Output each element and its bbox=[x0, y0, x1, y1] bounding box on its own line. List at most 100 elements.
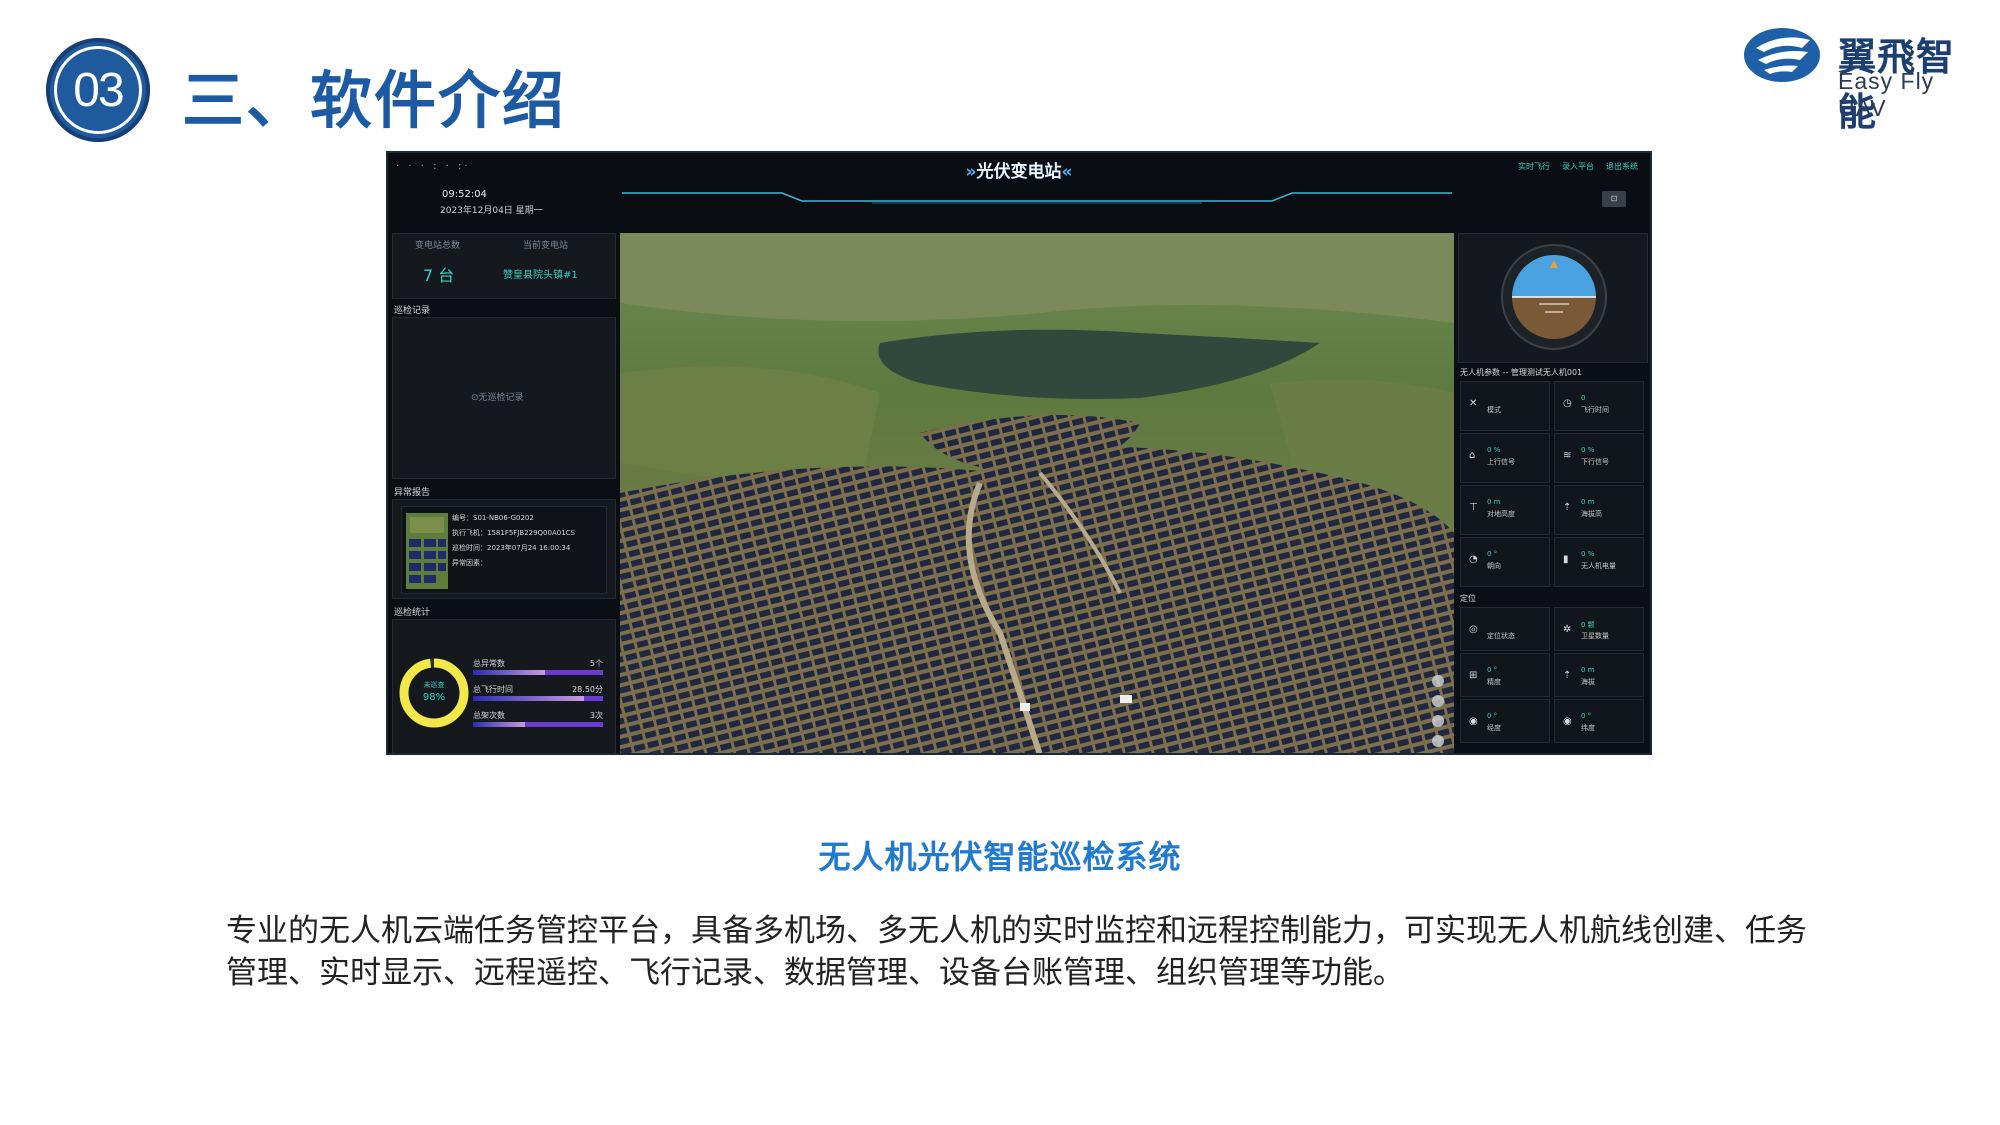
section-number-badge: 03 bbox=[46, 38, 150, 142]
nav-realtime-flight[interactable]: 实时飞行 bbox=[1518, 161, 1550, 172]
param-value: 0 bbox=[1581, 394, 1586, 402]
positioning-heading: 定位 bbox=[1460, 594, 1476, 603]
pos-name: 经度 bbox=[1487, 724, 1501, 732]
pos-latitude: ◉ 0 ° 纬度 bbox=[1554, 699, 1644, 743]
globe-icon: ◉ bbox=[1563, 716, 1572, 727]
pos-precision: ⊞ 0 ° 精度 bbox=[1460, 653, 1550, 697]
anomaly-drone: 执行飞机：1581F5FJB229Q00A01CS bbox=[452, 529, 575, 537]
brand-logo-icon bbox=[1744, 28, 1820, 82]
pos-elevation: ⇡ 0 m 海拔 bbox=[1554, 653, 1644, 697]
top-nav: 实时飞行 录入平台 退出系统 bbox=[1518, 161, 1638, 172]
param-heading: ◔ 0 ° 朝向 bbox=[1460, 537, 1550, 587]
stat-bar-fill bbox=[473, 696, 584, 701]
patrol-stats-heading: 巡检统计 bbox=[394, 608, 431, 618]
satellite-icon: ✲ bbox=[1563, 624, 1572, 635]
anomaly-panel: 编号：S01-NB06-G0202 执行飞机：1581F5FJB229Q00A0… bbox=[392, 499, 616, 599]
precision-icon: ⊞ bbox=[1469, 670, 1478, 681]
attitude-indicator-icon bbox=[1501, 244, 1607, 350]
nav-entry-platform[interactable]: 录入平台 bbox=[1562, 161, 1594, 172]
param-flight-time: ◷ 0 飞行时间 bbox=[1554, 381, 1644, 431]
stat-bar bbox=[473, 696, 603, 701]
param-name: 朝向 bbox=[1487, 562, 1501, 570]
stat-label: 总飞行时间 bbox=[473, 685, 513, 694]
patrol-stats-panel: 未巡查 98% 总异常数 5个 总飞行时间 28.50分 总架次数 3次 bbox=[392, 619, 616, 753]
param-height: ⊤ 0 m 对地高度 bbox=[1460, 485, 1550, 535]
stat-bar-fill bbox=[473, 722, 525, 727]
donut-value: 98% bbox=[422, 692, 446, 703]
date: 2023年12月04日 星期一 bbox=[440, 206, 543, 216]
stat-bar-fill bbox=[473, 670, 545, 675]
dashboard-header: · · · : · :· 09:52:04 2023年12月04日 星期一 »光… bbox=[388, 153, 1650, 233]
pos-name: 海拔 bbox=[1581, 678, 1595, 686]
param-mode: ✕ 模式 bbox=[1460, 381, 1550, 431]
patrol-records-empty: ⊙无巡检记录 bbox=[471, 393, 524, 403]
param-name: 上行信号 bbox=[1487, 458, 1515, 466]
pos-status: ◎ 定位状态 bbox=[1460, 607, 1550, 651]
system-caption: 无人机光伏智能巡检系统 bbox=[818, 838, 1182, 876]
anomaly-id: 编号：S01-NB06-G0202 bbox=[452, 514, 534, 522]
param-value: 0 % bbox=[1581, 446, 1595, 454]
pos-value: 0 ° bbox=[1487, 712, 1498, 720]
pos-name: 定位状态 bbox=[1487, 632, 1515, 640]
attitude-indicator-panel bbox=[1458, 233, 1648, 363]
clock: 09:52:04 bbox=[442, 189, 487, 200]
tools-icon: ✕ bbox=[1469, 398, 1478, 409]
pos-value: 0 ° bbox=[1487, 666, 1498, 674]
stat-value: 28.50分 bbox=[572, 685, 603, 694]
dashboard-title-text: 光伏变电站 bbox=[976, 162, 1062, 182]
anomaly-heading: 异常报告 bbox=[394, 488, 431, 498]
pos-name: 精度 bbox=[1487, 678, 1501, 686]
stat-bar bbox=[473, 722, 603, 727]
donut-label: 未巡查 bbox=[423, 681, 445, 689]
3d-terrain-map[interactable] bbox=[620, 233, 1454, 753]
param-name: 模式 bbox=[1487, 406, 1501, 414]
dashboard-title: »光伏变电站« bbox=[388, 157, 1650, 182]
pos-name: 纬度 bbox=[1581, 724, 1595, 732]
param-name: 海拔高 bbox=[1581, 510, 1602, 518]
terrain-image bbox=[620, 233, 1454, 753]
anomaly-thumbnail bbox=[406, 513, 448, 589]
title-arrows-left: » bbox=[965, 162, 977, 182]
param-value: 0 m bbox=[1487, 498, 1501, 506]
anomaly-card[interactable]: 编号：S01-NB06-G0202 执行飞机：1581F5FJB229Q00A0… bbox=[401, 506, 607, 594]
clock-icon: ◷ bbox=[1563, 398, 1572, 409]
anomaly-time: 巡检时间：2023年07月24 16:00:34 bbox=[452, 544, 571, 552]
uplink-icon: ⌂ bbox=[1469, 450, 1476, 461]
param-name: 下行信号 bbox=[1581, 458, 1609, 466]
stat-label: 总异常数 bbox=[473, 659, 505, 668]
header-divider bbox=[622, 192, 1452, 204]
station-current-value[interactable]: 赞皇县院头镇#1 bbox=[503, 266, 578, 281]
stat-bar bbox=[473, 670, 603, 675]
brand-name-en: Easy Fly UAV bbox=[1838, 68, 1935, 121]
section-number: 03 bbox=[54, 46, 142, 134]
pos-name: 卫星数量 bbox=[1581, 632, 1609, 640]
param-name: 飞行时间 bbox=[1581, 406, 1609, 414]
station-total-label: 变电站总数 bbox=[415, 241, 461, 251]
param-downlink: ≋ 0 % 下行信号 bbox=[1554, 433, 1644, 483]
drone-params-heading: 无人机参数 -- 管理测试无人机001 bbox=[1460, 368, 1583, 377]
wifi-icon: ≋ bbox=[1563, 450, 1572, 461]
pos-value: 0 ° bbox=[1581, 712, 1592, 720]
pos-longitude: ◉ 0 ° 经度 bbox=[1460, 699, 1550, 743]
patrol-records-panel: ⊙无巡检记录 bbox=[392, 317, 616, 479]
user-icon[interactable]: ⊡ bbox=[1602, 191, 1626, 207]
param-uplink: ⌂ 0 % 上行信号 bbox=[1460, 433, 1550, 483]
brand-logo: 翼飛智能 Easy Fly UAV bbox=[1742, 26, 1972, 134]
globe-icon: ◉ bbox=[1469, 716, 1478, 727]
patrol-records-heading: 巡检记录 bbox=[394, 306, 431, 316]
param-altitude: ⇡ 0 m 海拔高 bbox=[1554, 485, 1644, 535]
param-value: 0 % bbox=[1487, 446, 1501, 454]
altitude-icon: ⇡ bbox=[1563, 502, 1572, 513]
page-title: 三、软件介绍 bbox=[182, 64, 567, 137]
anomaly-factor: 异常因素： bbox=[452, 559, 487, 567]
title-arrows-right: « bbox=[1061, 162, 1073, 182]
elevation-icon: ⇡ bbox=[1563, 670, 1572, 681]
pos-value: 0 m bbox=[1581, 666, 1595, 674]
nav-logout[interactable]: 退出系统 bbox=[1606, 161, 1638, 172]
compass-icon: ◔ bbox=[1469, 554, 1478, 565]
stat-value: 3次 bbox=[589, 711, 603, 720]
station-current-label: 当前变电站 bbox=[523, 241, 569, 251]
param-value: 0 ° bbox=[1487, 550, 1498, 558]
station-summary-panel: 变电站总数 当前变电站 7 台 赞皇县院头镇#1 bbox=[392, 233, 616, 299]
stat-label: 总架次数 bbox=[473, 711, 505, 720]
